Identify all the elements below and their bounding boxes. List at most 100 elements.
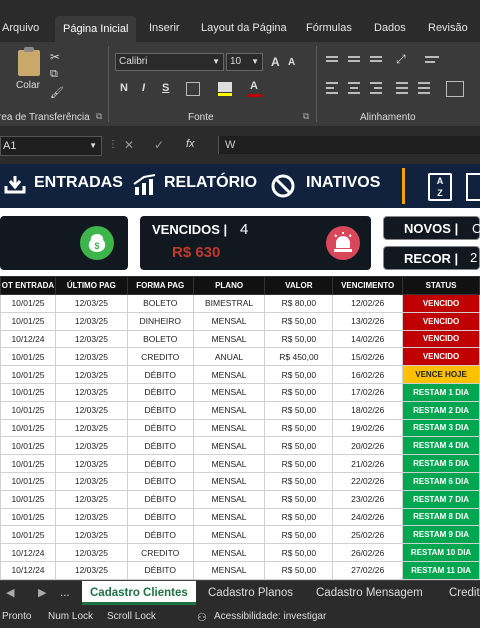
status-cell[interactable]: RESTAM 5 DIA: [402, 454, 480, 473]
table-cell[interactable]: 10/12/24: [0, 560, 56, 580]
table-cell[interactable]: 20/02/26: [332, 436, 404, 456]
paste-button-label[interactable]: Colar: [16, 80, 40, 91]
table-cell[interactable]: 10/01/25: [0, 471, 56, 491]
table-cell[interactable]: MENSAL: [192, 311, 266, 331]
table-cell[interactable]: 26/02/26: [332, 543, 404, 562]
table-cell[interactable]: 21/02/26: [332, 454, 404, 473]
table-cell[interactable]: 12/03/25: [54, 525, 128, 545]
table-cell[interactable]: DÉBITO: [126, 365, 194, 384]
italic-button[interactable]: I: [142, 82, 145, 94]
table-cell[interactable]: R$ 50,00: [264, 382, 334, 402]
column-header[interactable]: STATUS: [402, 276, 480, 295]
underline-button[interactable]: S: [162, 82, 169, 94]
table-cell[interactable]: MENSAL: [192, 382, 266, 402]
status-cell[interactable]: RESTAM 10 DIA: [402, 543, 480, 562]
table-cell[interactable]: MENSAL: [192, 418, 266, 438]
table-cell[interactable]: 12/03/25: [54, 294, 128, 313]
table-cell[interactable]: R$ 50,00: [264, 436, 334, 456]
table-cell[interactable]: BIMESTRAL: [192, 294, 266, 313]
status-cell[interactable]: VENCE HOJE: [402, 365, 480, 384]
status-cell[interactable]: RESTAM 2 DIA: [402, 400, 480, 420]
table-cell[interactable]: 10/01/25: [0, 294, 56, 313]
table-cell[interactable]: CREDITO: [126, 347, 194, 367]
formula-input[interactable]: W: [218, 136, 480, 154]
table-cell[interactable]: DINHEIRO: [126, 311, 194, 331]
inativos-button[interactable]: INATIVOS: [306, 174, 380, 192]
status-cell[interactable]: RESTAM 11 DIA: [402, 560, 480, 580]
table-cell[interactable]: MENSAL: [192, 365, 266, 384]
table-cell[interactable]: 13/02/26: [332, 311, 404, 331]
table-cell[interactable]: DÉBITO: [126, 560, 194, 580]
sheet-tab-cadastro-clientes[interactable]: Cadastro Clientes: [82, 581, 196, 605]
column-header[interactable]: OT ENTRADA: [0, 276, 56, 295]
table-cell[interactable]: R$ 50,00: [264, 418, 334, 438]
table-cell[interactable]: DÉBITO: [126, 418, 194, 438]
column-header[interactable]: FORMA PAG: [126, 276, 194, 295]
table-cell[interactable]: R$ 50,00: [264, 489, 334, 509]
table-cell[interactable]: 12/02/26: [332, 294, 404, 313]
column-header[interactable]: VENCIMENTO: [332, 276, 404, 295]
tab-dados[interactable]: Dados: [374, 22, 406, 34]
table-cell[interactable]: 12/03/25: [54, 382, 128, 402]
table-cell[interactable]: 12/03/25: [54, 507, 128, 527]
table-cell[interactable]: R$ 50,00: [264, 543, 334, 562]
format-painter-icon[interactable]: 🖌: [50, 86, 64, 99]
entradas-button[interactable]: ENTRADAS: [34, 174, 123, 192]
status-cell[interactable]: RESTAM 3 DIA: [402, 418, 480, 438]
status-cell[interactable]: RESTAM 6 DIA: [402, 471, 480, 491]
table-cell[interactable]: 12/03/25: [54, 311, 128, 331]
table-cell[interactable]: MENSAL: [192, 436, 266, 456]
sheet-tab-cadastro-mensagem[interactable]: Cadastro Mensagem: [316, 581, 423, 605]
table-cell[interactable]: 10/01/25: [0, 454, 56, 473]
borders-icon[interactable]: [186, 82, 200, 96]
table-cell[interactable]: MENSAL: [192, 507, 266, 527]
tab-revisao[interactable]: Revisão: [428, 22, 468, 34]
table-cell[interactable]: MENSAL: [192, 471, 266, 491]
tab-layout[interactable]: Layout da Página: [201, 22, 287, 34]
table-cell[interactable]: 25/02/26: [332, 525, 404, 545]
sheet-tab-more[interactable]: ...: [60, 581, 70, 605]
table-cell[interactable]: 10/01/25: [0, 436, 56, 456]
table-cell[interactable]: 22/02/26: [332, 471, 404, 491]
table-cell[interactable]: DÉBITO: [126, 454, 194, 473]
name-box[interactable]: A1 ▼: [0, 136, 102, 156]
orientation-icon[interactable]: ⤢: [396, 52, 406, 67]
table-cell[interactable]: 10/01/25: [0, 347, 56, 367]
font-size-select[interactable]: 10 ▼: [226, 53, 263, 71]
table-cell[interactable]: 14/02/26: [332, 329, 404, 349]
table-cell[interactable]: 24/02/26: [332, 507, 404, 527]
table-cell[interactable]: DÉBITO: [126, 436, 194, 456]
sheet-tab-cadastro-planos[interactable]: Cadastro Planos: [208, 581, 293, 605]
table-cell[interactable]: 10/01/25: [0, 365, 56, 384]
table-cell[interactable]: MENSAL: [192, 329, 266, 349]
merge-center-icon[interactable]: [446, 81, 464, 97]
tab-inserir[interactable]: Inserir: [149, 22, 180, 34]
table-cell[interactable]: 17/02/26: [332, 382, 404, 402]
table-cell[interactable]: 12/03/25: [54, 489, 128, 509]
table-cell[interactable]: R$ 80,00: [264, 294, 334, 313]
table-cell[interactable]: 10/01/25: [0, 489, 56, 509]
paste-icon[interactable]: [18, 50, 40, 76]
table-cell[interactable]: 23/02/26: [332, 489, 404, 509]
table-cell[interactable]: 12/03/25: [54, 400, 128, 420]
table-cell[interactable]: R$ 450,00: [264, 347, 334, 367]
table-cell[interactable]: R$ 50,00: [264, 560, 334, 580]
sheet-tab-credit[interactable]: Credit: [449, 581, 480, 605]
table-cell[interactable]: 12/03/25: [54, 347, 128, 367]
status-cell[interactable]: RESTAM 9 DIA: [402, 525, 480, 545]
table-cell[interactable]: 16/02/26: [332, 365, 404, 384]
fill-color-icon[interactable]: [218, 82, 232, 92]
table-cell[interactable]: 10/01/25: [0, 382, 56, 402]
table-cell[interactable]: R$ 50,00: [264, 400, 334, 420]
enter-icon[interactable]: ✓: [154, 138, 164, 152]
sort-az-icon[interactable]: AZ: [428, 173, 452, 201]
table-cell[interactable]: 10/01/25: [0, 507, 56, 527]
table-cell[interactable]: 10/12/24: [0, 543, 56, 562]
font-name-select[interactable]: Calibri ▼: [115, 53, 224, 71]
table-cell[interactable]: R$ 50,00: [264, 507, 334, 527]
table-cell[interactable]: BOLETO: [126, 294, 194, 313]
status-cell[interactable]: RESTAM 7 DIA: [402, 489, 480, 509]
table-cell[interactable]: 10/12/24: [0, 329, 56, 349]
font-launcher-icon[interactable]: ⧉: [303, 111, 309, 122]
bar-chart-icon[interactable]: [132, 174, 158, 196]
